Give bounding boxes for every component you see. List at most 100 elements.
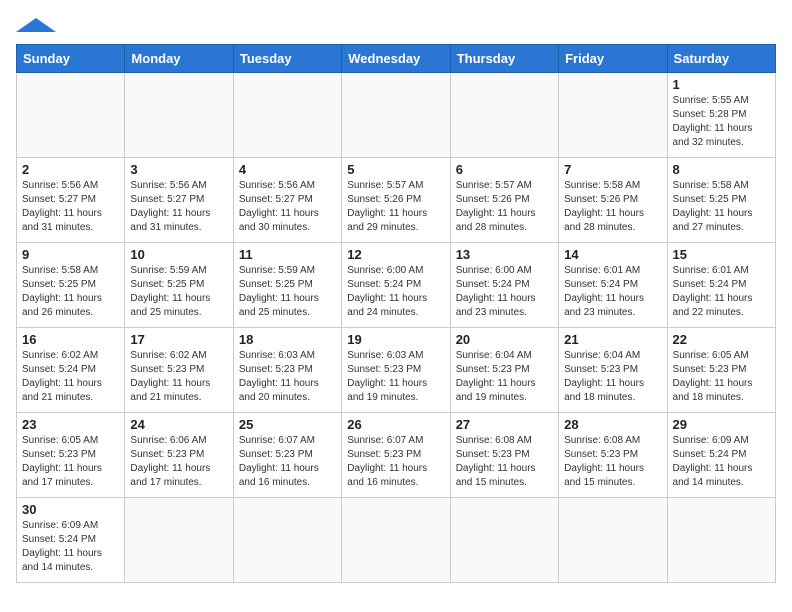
calendar-cell [450,73,558,158]
calendar-cell [342,498,450,583]
day-info: Sunrise: 6:07 AM Sunset: 5:23 PM Dayligh… [347,434,444,490]
day-info: Sunrise: 5:56 AM Sunset: 5:27 PM Dayligh… [22,179,119,235]
calendar-cell: 20 Sunrise: 6:04 AM Sunset: 5:23 PM Dayli… [450,328,558,413]
calendar-cell: 17Sunrise: 6:02 AM Sunset: 5:23 PM Dayli… [125,328,233,413]
day-number: 3 [130,162,227,177]
day-header-friday: Friday [559,45,667,73]
day-info: Sunrise: 5:56 AM Sunset: 5:27 PM Dayligh… [130,179,227,235]
day-number: 14 [564,247,661,262]
day-info: Sunrise: 6:01 AM Sunset: 5:24 PM Dayligh… [673,264,770,320]
calendar-cell [559,498,667,583]
calendar-week-3: 9 Sunrise: 5:58 AM Sunset: 5:25 PM Daylig… [17,243,776,328]
day-number: 27 [456,417,553,432]
day-info: Sunrise: 5:59 AM Sunset: 5:25 PM Dayligh… [239,264,336,320]
calendar-cell: 21Sunrise: 6:04 AM Sunset: 5:23 PM Dayli… [559,328,667,413]
calendar-cell: 23 Sunrise: 6:05 AM Sunset: 5:23 PM Dayli… [17,413,125,498]
calendar-cell: 8 Sunrise: 5:58 AM Sunset: 5:25 PM Daylig… [667,158,775,243]
day-number: 2 [22,162,119,177]
day-number: 8 [673,162,770,177]
day-number: 23 [22,417,119,432]
day-info: Sunrise: 6:05 AM Sunset: 5:23 PM Dayligh… [673,349,770,405]
calendar-cell [559,73,667,158]
day-number: 1 [673,77,770,92]
calendar-cell: 16Sunrise: 6:02 AM Sunset: 5:24 PM Dayli… [17,328,125,413]
day-number: 15 [673,247,770,262]
day-info: Sunrise: 6:09 AM Sunset: 5:24 PM Dayligh… [673,434,770,490]
day-number: 16 [22,332,119,347]
calendar-cell: 12 Sunrise: 6:00 AM Sunset: 5:24 PM Dayli… [342,243,450,328]
calendar-week-6: 30Sunrise: 6:09 AM Sunset: 5:24 PM Dayli… [17,498,776,583]
calendar-cell: 25 Sunrise: 6:07 AM Sunset: 5:23 PM Dayli… [233,413,341,498]
calendar-cell: 13Sunrise: 6:00 AM Sunset: 5:24 PM Dayli… [450,243,558,328]
calendar-cell [233,73,341,158]
calendar-cell: 19Sunrise: 6:03 AM Sunset: 5:23 PM Dayli… [342,328,450,413]
logo-icon [16,18,56,32]
calendar-cell: 2 Sunrise: 5:56 AM Sunset: 5:27 PM Daylig… [17,158,125,243]
calendar-cell: 18 Sunrise: 6:03 AM Sunset: 5:23 PM Dayli… [233,328,341,413]
calendar-cell [342,73,450,158]
page-header [16,16,776,32]
day-number: 25 [239,417,336,432]
day-info: Sunrise: 6:03 AM Sunset: 5:23 PM Dayligh… [347,349,444,405]
calendar-week-4: 16Sunrise: 6:02 AM Sunset: 5:24 PM Dayli… [17,328,776,413]
day-number: 24 [130,417,227,432]
day-header-saturday: Saturday [667,45,775,73]
day-header-wednesday: Wednesday [342,45,450,73]
calendar-cell [233,498,341,583]
calendar-cell [125,498,233,583]
calendar-week-2: 2 Sunrise: 5:56 AM Sunset: 5:27 PM Daylig… [17,158,776,243]
calendar-cell [450,498,558,583]
day-info: Sunrise: 6:01 AM Sunset: 5:24 PM Dayligh… [564,264,661,320]
calendar-cell: 26 Sunrise: 6:07 AM Sunset: 5:23 PM Dayli… [342,413,450,498]
calendar-cell: 11Sunrise: 5:59 AM Sunset: 5:25 PM Dayli… [233,243,341,328]
calendar-cell: 28 Sunrise: 6:08 AM Sunset: 5:23 PM Dayli… [559,413,667,498]
calendar-cell: 5 Sunrise: 5:57 AM Sunset: 5:26 PM Daylig… [342,158,450,243]
day-number: 28 [564,417,661,432]
day-number: 17 [130,332,227,347]
day-number: 12 [347,247,444,262]
day-info: Sunrise: 6:00 AM Sunset: 5:24 PM Dayligh… [347,264,444,320]
calendar-cell [667,498,775,583]
day-number: 9 [22,247,119,262]
day-info: Sunrise: 6:07 AM Sunset: 5:23 PM Dayligh… [239,434,336,490]
day-info: Sunrise: 6:05 AM Sunset: 5:23 PM Dayligh… [22,434,119,490]
calendar-week-1: 1Sunrise: 5:55 AM Sunset: 5:28 PM Daylig… [17,73,776,158]
calendar-cell: 22Sunrise: 6:05 AM Sunset: 5:23 PM Dayli… [667,328,775,413]
calendar-week-5: 23 Sunrise: 6:05 AM Sunset: 5:23 PM Dayli… [17,413,776,498]
day-number: 13 [456,247,553,262]
day-header-thursday: Thursday [450,45,558,73]
calendar-cell: 15 Sunrise: 6:01 AM Sunset: 5:24 PM Dayli… [667,243,775,328]
calendar-cell: 24 Sunrise: 6:06 AM Sunset: 5:23 PM Dayli… [125,413,233,498]
day-number: 10 [130,247,227,262]
calendar-cell: 1Sunrise: 5:55 AM Sunset: 5:28 PM Daylig… [667,73,775,158]
day-info: Sunrise: 5:57 AM Sunset: 5:26 PM Dayligh… [347,179,444,235]
calendar-cell: 27 Sunrise: 6:08 AM Sunset: 5:23 PM Dayli… [450,413,558,498]
calendar-cell: 3 Sunrise: 5:56 AM Sunset: 5:27 PM Daylig… [125,158,233,243]
day-header-monday: Monday [125,45,233,73]
day-header-sunday: Sunday [17,45,125,73]
day-info: Sunrise: 6:04 AM Sunset: 5:23 PM Dayligh… [564,349,661,405]
day-info: Sunrise: 5:58 AM Sunset: 5:25 PM Dayligh… [22,264,119,320]
day-number: 20 [456,332,553,347]
day-number: 7 [564,162,661,177]
day-info: Sunrise: 6:08 AM Sunset: 5:23 PM Dayligh… [456,434,553,490]
day-info: Sunrise: 6:04 AM Sunset: 5:23 PM Dayligh… [456,349,553,405]
day-number: 5 [347,162,444,177]
day-number: 6 [456,162,553,177]
calendar-header-row: SundayMondayTuesdayWednesdayThursdayFrid… [17,45,776,73]
calendar-cell: 9 Sunrise: 5:58 AM Sunset: 5:25 PM Daylig… [17,243,125,328]
calendar-cell: 10Sunrise: 5:59 AM Sunset: 5:25 PM Dayli… [125,243,233,328]
calendar-cell: 30Sunrise: 6:09 AM Sunset: 5:24 PM Dayli… [17,498,125,583]
day-info: Sunrise: 6:08 AM Sunset: 5:23 PM Dayligh… [564,434,661,490]
day-number: 18 [239,332,336,347]
day-header-tuesday: Tuesday [233,45,341,73]
day-number: 26 [347,417,444,432]
calendar-cell [17,73,125,158]
day-info: Sunrise: 5:56 AM Sunset: 5:27 PM Dayligh… [239,179,336,235]
day-number: 4 [239,162,336,177]
day-info: Sunrise: 6:06 AM Sunset: 5:23 PM Dayligh… [130,434,227,490]
calendar-cell: 14 Sunrise: 6:01 AM Sunset: 5:24 PM Dayli… [559,243,667,328]
day-info: Sunrise: 6:03 AM Sunset: 5:23 PM Dayligh… [239,349,336,405]
calendar-table: SundayMondayTuesdayWednesdayThursdayFrid… [16,44,776,583]
day-info: Sunrise: 5:58 AM Sunset: 5:25 PM Dayligh… [673,179,770,235]
